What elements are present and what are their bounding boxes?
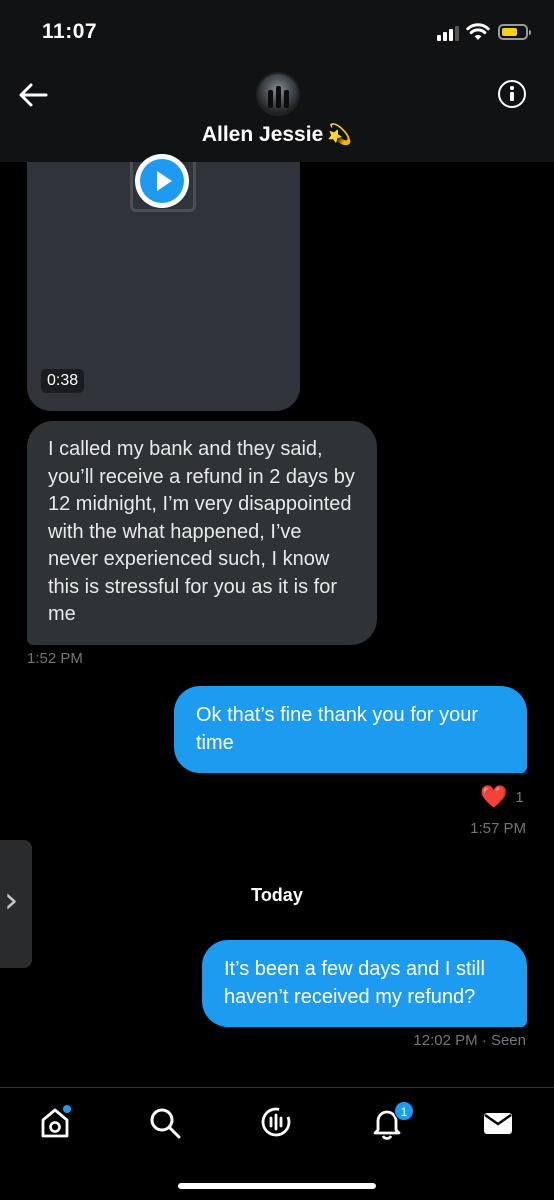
play-icon — [140, 159, 184, 203]
info-icon[interactable] — [498, 80, 526, 108]
reaction-count: 1 — [515, 788, 524, 806]
seen-status: · Seen — [481, 1032, 526, 1049]
reaction[interactable]: ❤️ 1 — [480, 784, 524, 810]
video-message[interactable]: 0:38 — [27, 154, 300, 411]
back-arrow-icon[interactable] — [18, 82, 48, 108]
video-duration: 0:38 — [41, 369, 85, 393]
message-timestamp: 1:52 PM — [27, 650, 83, 667]
outgoing-message-bubble[interactable]: It’s been a few days and I still haven’t… — [202, 940, 527, 1027]
play-button[interactable] — [135, 154, 189, 208]
contact-name: Allen Jessie — [201, 123, 324, 146]
avatar[interactable] — [256, 72, 300, 116]
status-bar: 11:07 — [0, 0, 554, 62]
incoming-message-bubble[interactable]: I called my bank and they said, you’ll r… — [27, 421, 377, 645]
wifi-icon — [466, 23, 490, 40]
sparkle-emoji: 💫 — [327, 124, 353, 146]
chevron-right-icon: › — [4, 880, 19, 921]
message-status: 12:02 PM · Seen — [413, 1032, 526, 1049]
heart-emoji: ❤️ — [480, 784, 508, 809]
message-timestamp: 1:57 PM — [470, 820, 526, 837]
message-timestamp: 12:02 PM — [413, 1032, 478, 1049]
side-panel-toggle[interactable]: › — [0, 840, 32, 968]
conversation-header: Allen Jessie 💫 — [0, 62, 554, 162]
outgoing-message-bubble[interactable]: Ok that’s fine thank you for your time — [174, 686, 527, 773]
notification-badge: 1 — [394, 1101, 414, 1121]
battery-icon — [498, 24, 531, 40]
mail-icon[interactable] — [481, 1106, 515, 1140]
spaces-icon[interactable] — [259, 1106, 293, 1140]
home-indicator[interactable] — [178, 1183, 376, 1189]
contact-name-row[interactable]: Allen Jessie 💫 — [0, 122, 554, 147]
home-notification-dot — [63, 1105, 71, 1113]
search-icon[interactable] — [148, 1106, 182, 1140]
status-time: 11:07 — [42, 20, 98, 43]
date-divider: Today — [251, 885, 303, 905]
signal-icon — [437, 26, 459, 41]
